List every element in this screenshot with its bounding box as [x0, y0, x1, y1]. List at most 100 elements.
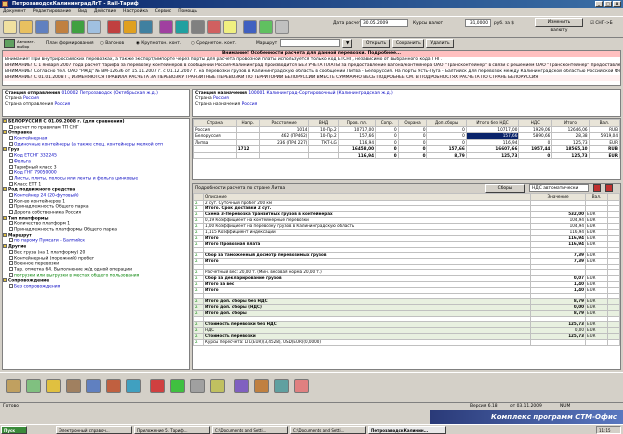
- open-folder-icon[interactable]: [19, 20, 33, 34]
- arrival-country2[interactable]: Россия: [242, 102, 258, 107]
- menu-view[interactable]: Вид: [78, 8, 87, 16]
- tree-item[interactable]: Без сопровождения: [3, 283, 189, 290]
- departure-country2[interactable]: Россия: [55, 102, 71, 107]
- vat-mode-select[interactable]: НДС автоматически: [529, 184, 589, 192]
- open-button[interactable]: Открыть: [362, 39, 390, 48]
- table-cell: [193, 151, 237, 159]
- export-icon[interactable]: [593, 184, 601, 192]
- plan-label: План формирования: [46, 41, 94, 46]
- route-icon[interactable]: [87, 20, 101, 34]
- container-grey-icon[interactable]: [190, 379, 205, 393]
- info-icon[interactable]: [243, 20, 257, 34]
- tree-item-label: Код ГНГ 79050000: [14, 170, 57, 176]
- detail-row[interactable]: Σ Курсы пересчета: LTL(EUR)(3,4528), USD(…: [193, 339, 620, 347]
- detail-cell: Курсы пересчета: LTL(EUR)(3,4528), USD(E…: [203, 339, 531, 347]
- save-button[interactable]: Сохранить: [392, 39, 424, 48]
- print-details-icon[interactable]: [605, 184, 613, 192]
- taskbar-item[interactable]: Электронный справоч...: [56, 426, 132, 434]
- wagon-icon[interactable]: [55, 20, 69, 34]
- tank-car-icon[interactable]: [46, 379, 61, 393]
- tree-node-icon: [9, 158, 13, 163]
- rate-unit: руб. за $: [494, 21, 515, 26]
- taskbar-item[interactable]: C:\Documents and Setti...: [212, 426, 288, 434]
- menu-settings[interactable]: Настройка: [123, 8, 148, 16]
- table-cell: 125,73: [551, 151, 590, 159]
- minimize-button[interactable]: _: [595, 1, 603, 7]
- menu-service[interactable]: Сервис: [155, 8, 171, 16]
- radio-containers[interactable]: ◉ Крупнотон. конт.: [136, 41, 181, 46]
- route-dropdown-button[interactable]: ▼: [342, 39, 352, 48]
- loco-icon[interactable]: [234, 379, 249, 393]
- taskbar-item[interactable]: C:\Documents and Setti...: [290, 426, 366, 434]
- exit-icon[interactable]: [259, 20, 273, 34]
- help-icon[interactable]: [275, 20, 289, 34]
- departure-country[interactable]: Россия: [23, 96, 39, 101]
- warning-line: ВНИМАНИЕ! С 01.01.2008 Г., ИЗМЕНЯЮТСЯ ПР…: [3, 75, 620, 81]
- tree-node-icon: [9, 175, 13, 180]
- menu-help[interactable]: Помощь: [178, 8, 197, 16]
- detail-cell: [530, 339, 586, 347]
- taskbar-item[interactable]: Приложение 5. Тариф...: [134, 426, 210, 434]
- note-icon[interactable]: [607, 339, 620, 347]
- tree-item-label: Листы, плиты, полосы или ленты и фольга …: [14, 176, 139, 182]
- tree-node-icon: [9, 198, 13, 203]
- tree-node-icon: [9, 136, 13, 141]
- tree-node-icon: [9, 238, 13, 243]
- tools-icon[interactable]: [191, 20, 205, 34]
- platform-icon[interactable]: [126, 379, 141, 393]
- rate-field[interactable]: 31,0000: [465, 19, 491, 27]
- tree-item[interactable]: Одиночные контейнеры (а также спец. конт…: [3, 141, 189, 148]
- table-cell: 0: [375, 151, 399, 159]
- calc-icon[interactable]: [107, 20, 121, 34]
- route-select[interactable]: [280, 39, 340, 47]
- money-icon[interactable]: [207, 20, 221, 34]
- options-bar: Автомат. выбор План формирования ○ Вагон…: [0, 38, 623, 49]
- detail-cell: [585, 339, 608, 347]
- note-icon[interactable]: [223, 20, 237, 34]
- taskbar-item-active[interactable]: ПетрозаводскКалинин...: [368, 426, 446, 434]
- arrival-station[interactable]: 100001 Калининград-Сортировочный (Калини…: [248, 91, 392, 96]
- arrival-country[interactable]: Россия: [213, 96, 229, 101]
- table-cell: 116,94: [337, 151, 377, 159]
- train-icon[interactable]: [254, 379, 269, 393]
- tariff-icon[interactable]: [123, 20, 137, 34]
- change-currency-button[interactable]: Изменить валюту: [535, 18, 583, 33]
- hopper-icon[interactable]: [86, 379, 101, 393]
- departure-station[interactable]: 010002 Петрозаводск (Октябрьская ж.д.): [61, 91, 157, 96]
- maximize-button[interactable]: □: [604, 1, 612, 7]
- cnf-checkbox[interactable]: ☑ СНГ->Б: [590, 21, 613, 26]
- delete-button[interactable]: Удалить: [426, 39, 454, 48]
- report-icon[interactable]: [294, 379, 309, 393]
- close-button[interactable]: x: [613, 1, 621, 7]
- auto-select-icon[interactable]: [4, 39, 15, 48]
- container-red-icon[interactable]: [150, 379, 165, 393]
- wagon-type-icon[interactable]: [6, 379, 21, 393]
- chart-icon[interactable]: [159, 20, 173, 34]
- flatcar-icon[interactable]: [66, 379, 81, 393]
- tree-item-label: Без сопровождения: [14, 284, 61, 290]
- table-row[interactable]: 116,94 0 0 8,79 125,73 0 125,73 EUR: [193, 151, 621, 159]
- radio-medium[interactable]: ○ Среднетон. конт.: [191, 41, 236, 46]
- globe-icon[interactable]: [175, 20, 189, 34]
- container-icon[interactable]: [71, 20, 85, 34]
- print-icon[interactable]: [139, 20, 153, 34]
- radio-wagons[interactable]: ○ Вагонов: [100, 41, 124, 46]
- start-button[interactable]: Пуск: [1, 426, 27, 434]
- tree-node-icon: [9, 227, 13, 232]
- container-green-icon[interactable]: [170, 379, 185, 393]
- menu-document[interactable]: Документ: [3, 8, 26, 16]
- menu-action[interactable]: Действие: [94, 8, 116, 16]
- save-icon[interactable]: [35, 20, 49, 34]
- refrigerator-icon[interactable]: [106, 379, 121, 393]
- tree-node-icon: [9, 249, 13, 254]
- new-doc-icon[interactable]: [3, 20, 17, 34]
- date-field[interactable]: 30.05.2009: [360, 19, 408, 27]
- menu-bar: Документ Редактирование Вид Действие Нас…: [0, 8, 623, 16]
- map-icon[interactable]: [274, 379, 289, 393]
- fees-select[interactable]: Сборы: [485, 184, 525, 193]
- box-icon[interactable]: [210, 379, 225, 393]
- tree-node-icon: [9, 283, 13, 288]
- menu-edit[interactable]: Редактирование: [33, 8, 71, 16]
- cargo-icon[interactable]: [26, 379, 41, 393]
- cnf-label: СНГ->Б: [595, 21, 613, 26]
